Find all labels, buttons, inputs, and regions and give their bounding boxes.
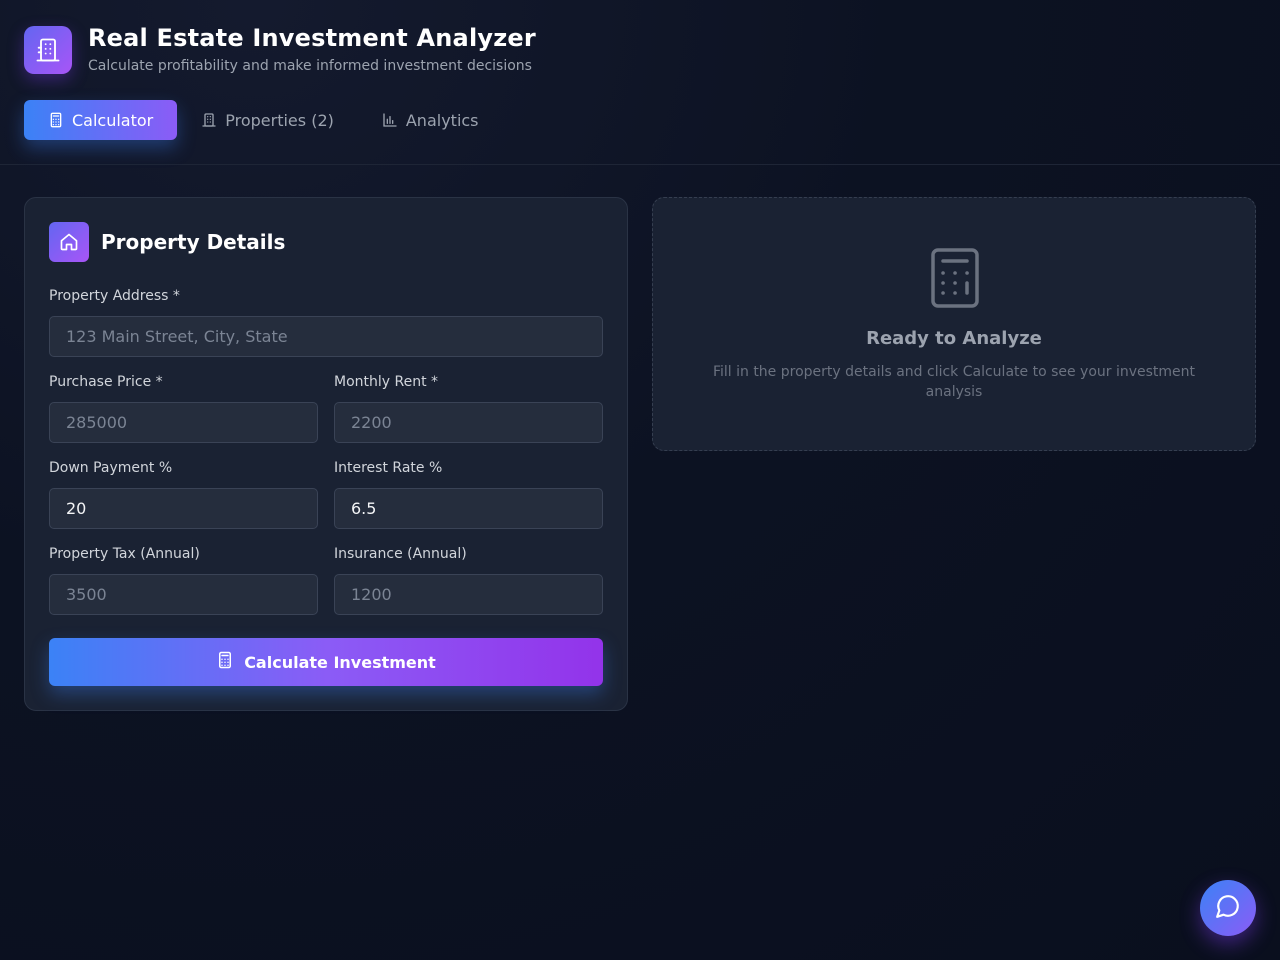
- purchase-price-group: Purchase Price *: [49, 372, 318, 443]
- bar-chart-icon: [382, 112, 398, 128]
- down-payment-input[interactable]: [49, 488, 318, 529]
- insurance-label: Insurance (Annual): [334, 546, 467, 562]
- address-group: Property Address *: [49, 286, 603, 357]
- tab-label: Calculator: [72, 110, 154, 130]
- monthly-rent-label: Monthly Rent *: [334, 374, 439, 390]
- property-details-card: Property Details Property Address * Purc…: [24, 197, 628, 711]
- down-payment-group: Down Payment %: [49, 458, 318, 529]
- card-header: Property Details: [49, 222, 285, 262]
- interest-rate-label: Interest Rate %: [334, 460, 443, 476]
- property-tax-group: Property Tax (Annual): [49, 544, 318, 615]
- down-payment-label: Down Payment %: [49, 460, 173, 476]
- insurance-input[interactable]: [334, 574, 603, 615]
- interest-rate-group: Interest Rate %: [334, 458, 603, 529]
- purchase-price-label: Purchase Price *: [49, 374, 163, 390]
- card-title: Property Details: [101, 230, 286, 254]
- building-logo-icon: [24, 26, 72, 74]
- page-title: Real Estate Investment Analyzer: [88, 24, 536, 52]
- tab-label: Properties (2): [225, 110, 334, 130]
- interest-rate-input[interactable]: [334, 488, 603, 529]
- calculator-icon: [216, 651, 234, 673]
- tab-calculator[interactable]: Calculator: [24, 100, 178, 140]
- ready-description: Fill in the property details and click C…: [712, 364, 1196, 400]
- property-tax-input[interactable]: [49, 574, 318, 615]
- calculator-icon: [929, 246, 981, 314]
- tab-analytics[interactable]: Analytics: [358, 100, 503, 140]
- ready-title: Ready to Analyze: [866, 328, 1042, 349]
- building-icon: [201, 112, 217, 128]
- address-label: Property Address *: [49, 288, 180, 304]
- property-tax-label: Property Tax (Annual): [49, 546, 200, 562]
- tab-properties[interactable]: Properties (2): [177, 100, 358, 140]
- app-header: Real Estate Investment Analyzer Calculat…: [0, 0, 1280, 165]
- tab-label: Analytics: [405, 110, 479, 130]
- home-icon: [49, 222, 89, 262]
- calculate-button-label: Calculate Investment: [244, 652, 436, 672]
- address-input[interactable]: [49, 316, 603, 357]
- calculator-icon: [48, 112, 64, 128]
- ready-to-analyze-panel: Ready to Analyze Fill in the property de…: [652, 197, 1256, 451]
- calculate-investment-button[interactable]: Calculate Investment: [49, 638, 603, 686]
- monthly-rent-input[interactable]: [334, 402, 603, 443]
- chat-button[interactable]: [1200, 880, 1256, 936]
- main-tabs: Calculator Properties (2) Analytics: [24, 100, 503, 140]
- chat-bubble-icon: [1215, 893, 1241, 923]
- monthly-rent-group: Monthly Rent *: [334, 372, 603, 443]
- purchase-price-input[interactable]: [49, 402, 318, 443]
- insurance-group: Insurance (Annual): [334, 544, 603, 615]
- page-subtitle: Calculate profitability and make informe…: [88, 58, 532, 74]
